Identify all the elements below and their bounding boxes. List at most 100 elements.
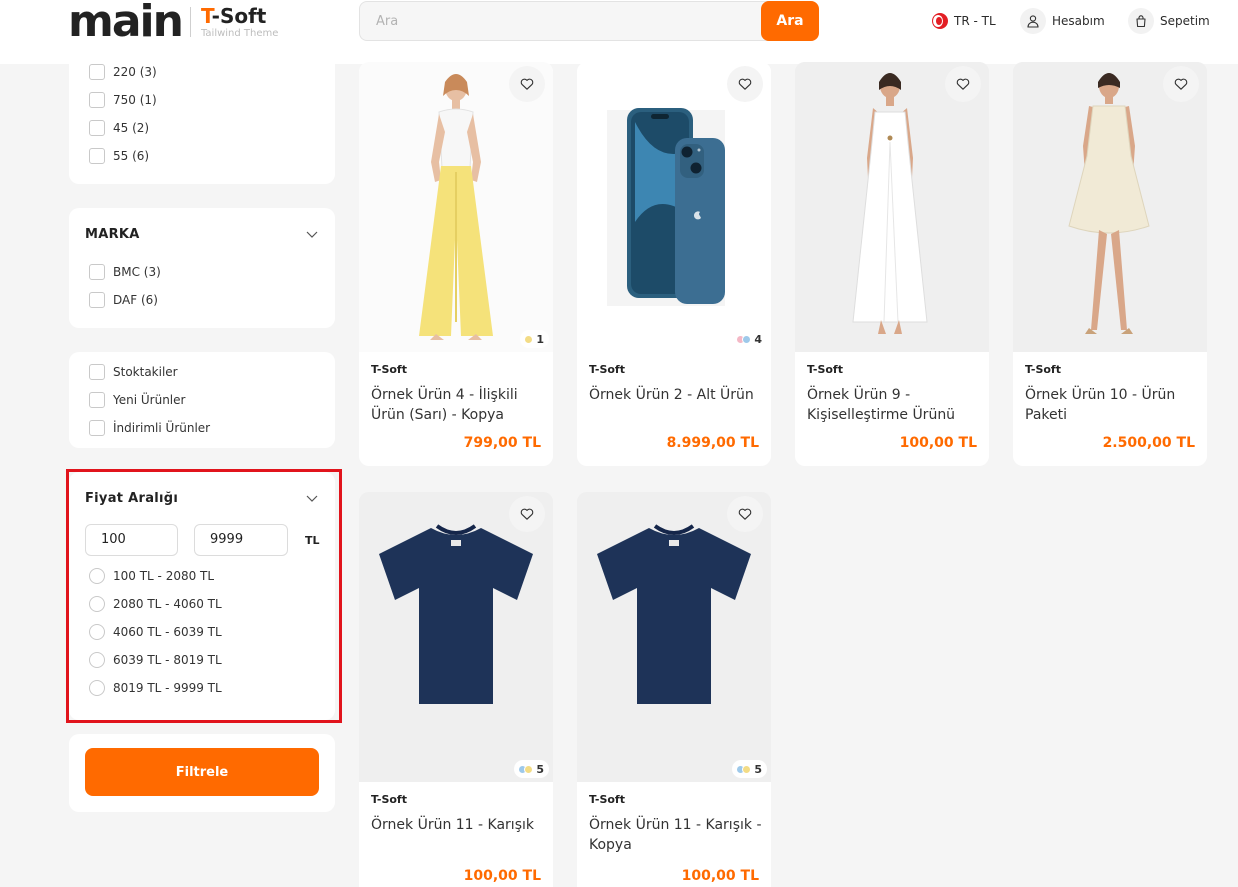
product-card[interactable]: 4 T-Soft Örnek Ürün 2 - Alt Ürün 8.999,0… xyxy=(577,62,771,466)
chevron-down-icon[interactable] xyxy=(305,227,319,241)
new-products-option[interactable]: Yeni Ürünler xyxy=(89,392,185,408)
product-name[interactable]: Örnek Ürün 2 - Alt Ürün xyxy=(589,385,764,405)
checkbox[interactable] xyxy=(89,364,105,380)
checkbox[interactable] xyxy=(89,92,105,108)
product-brand: T-Soft xyxy=(589,793,625,806)
stock-option-label: Stoktakiler xyxy=(113,365,178,379)
variant-badge: 1 xyxy=(520,330,549,348)
brand-option[interactable]: BMC (3) xyxy=(89,264,161,280)
product-image[interactable] xyxy=(795,62,989,352)
filter-button[interactable]: Filtrele xyxy=(85,748,319,796)
product-card[interactable]: 5 T-Soft Örnek Ürün 11 - Karışık 100,00 … xyxy=(359,492,553,887)
product-image[interactable]: 4 xyxy=(577,62,771,352)
site-logo[interactable]: main T-Soft Tailwind Theme xyxy=(68,0,278,47)
stock-option[interactable]: Stoktakiler xyxy=(89,364,178,380)
language-currency-label: TR - TL xyxy=(954,14,996,28)
checkbox[interactable] xyxy=(89,420,105,436)
product-image[interactable]: 1 xyxy=(359,62,553,352)
heart-icon xyxy=(1174,78,1188,90)
variant-badge: 4 xyxy=(732,330,767,348)
product-name[interactable]: Örnek Ürün 11 - Karışık xyxy=(371,815,546,835)
variant-count: 1 xyxy=(536,332,544,346)
cart-link[interactable]: Sepetim xyxy=(1128,8,1210,34)
product-card[interactable]: 1 T-Soft Örnek Ürün 4 - İlişkili Ürün (S… xyxy=(359,62,553,466)
cream-dress-model-image xyxy=(1013,62,1207,352)
cart-label: Sepetim xyxy=(1160,14,1210,28)
size-option-label: 750 (1) xyxy=(113,93,157,107)
account-link[interactable]: Hesabım xyxy=(1020,8,1105,34)
brand-option-label: DAF (6) xyxy=(113,293,158,307)
account-label: Hesabım xyxy=(1052,14,1105,28)
favorite-button[interactable] xyxy=(509,496,545,532)
navy-tshirt-image xyxy=(359,492,553,782)
size-option-label: 45 (2) xyxy=(113,121,150,135)
checkbox[interactable] xyxy=(89,292,105,308)
product-card[interactable]: 5 T-Soft Örnek Ürün 11 - Karışık - Kopya… xyxy=(577,492,771,887)
product-image[interactable] xyxy=(1013,62,1207,352)
product-price: 2.500,00 TL xyxy=(1102,435,1195,451)
variant-badge: 5 xyxy=(732,760,767,778)
color-swatch xyxy=(742,764,752,774)
favorite-button[interactable] xyxy=(1163,66,1199,102)
brand-option[interactable]: DAF (6) xyxy=(89,292,158,308)
color-swatch xyxy=(524,334,534,344)
favorite-button[interactable] xyxy=(727,496,763,532)
product-card[interactable]: T-Soft Örnek Ürün 9 - Kişiselleştirme Ür… xyxy=(795,62,989,466)
variant-count: 4 xyxy=(754,332,762,346)
logo-brand: T-Soft Tailwind Theme xyxy=(201,6,278,39)
checkbox[interactable] xyxy=(89,64,105,80)
product-name[interactable]: Örnek Ürün 9 - Kişiselleştirme Ürünü xyxy=(807,385,982,425)
product-card[interactable]: T-Soft Örnek Ürün 10 - Ürün Paketi 2.500… xyxy=(1013,62,1207,466)
logo-wordmark: main xyxy=(68,0,184,47)
checkbox[interactable] xyxy=(89,264,105,280)
brand-option-label: BMC (3) xyxy=(113,265,161,279)
stock-filter-panel: Stoktakiler Yeni Ürünler İndirimli Ürünl… xyxy=(69,352,335,448)
product-brand: T-Soft xyxy=(589,363,625,376)
favorite-button[interactable] xyxy=(509,66,545,102)
stock-option-label: İndirimli Ürünler xyxy=(113,421,211,435)
checkbox[interactable] xyxy=(89,392,105,408)
logo-brand-letter: T xyxy=(200,3,212,28)
product-price: 100,00 TL xyxy=(681,868,759,884)
size-option-label: 55 (6) xyxy=(113,149,150,163)
product-brand: T-Soft xyxy=(1025,363,1061,376)
blue-smartphone-image xyxy=(577,62,771,352)
product-name[interactable]: Örnek Ürün 11 - Karışık - Kopya xyxy=(589,815,764,855)
shopping-bag-icon xyxy=(1128,8,1154,34)
language-currency-selector[interactable]: TR - TL xyxy=(932,8,996,34)
product-brand: T-Soft xyxy=(371,363,407,376)
search-input[interactable] xyxy=(359,1,779,41)
logo-brand-title: T-Soft xyxy=(201,6,278,26)
navy-tshirt-image xyxy=(577,492,771,782)
size-option[interactable]: 45 (2) xyxy=(89,120,149,136)
product-price: 8.999,00 TL xyxy=(666,435,759,451)
filter-action-panel: Filtrele xyxy=(69,734,335,812)
favorite-button[interactable] xyxy=(945,66,981,102)
product-image[interactable]: 5 xyxy=(577,492,771,782)
heart-icon xyxy=(738,78,752,90)
discounted-option[interactable]: İndirimli Ürünler xyxy=(89,420,210,436)
size-option[interactable]: 750 (1) xyxy=(89,92,157,108)
size-option[interactable]: 220 (3) xyxy=(89,64,157,80)
product-name[interactable]: Örnek Ürün 4 - İlişkili Ürün (Sarı) - Ko… xyxy=(371,385,546,425)
color-swatch xyxy=(524,764,534,774)
stock-option-label: Yeni Ürünler xyxy=(113,393,186,407)
size-option[interactable]: 55 (6) xyxy=(89,148,149,164)
favorite-button[interactable] xyxy=(727,66,763,102)
variant-badge: 5 xyxy=(514,760,549,778)
product-image[interactable]: 5 xyxy=(359,492,553,782)
checkbox[interactable] xyxy=(89,120,105,136)
logo-subtitle: Tailwind Theme xyxy=(200,27,279,39)
heart-icon xyxy=(520,508,534,520)
product-name[interactable]: Örnek Ürün 10 - Ürün Paketi xyxy=(1025,385,1200,425)
product-brand: T-Soft xyxy=(807,363,843,376)
heart-icon xyxy=(738,508,752,520)
checkbox[interactable] xyxy=(89,148,105,164)
search-button[interactable]: Ara xyxy=(761,1,819,41)
heart-icon xyxy=(956,78,970,90)
highlight-box xyxy=(66,469,342,723)
color-swatch xyxy=(742,334,752,344)
product-price: 799,00 TL xyxy=(463,435,541,451)
white-dress-model-image xyxy=(795,62,989,352)
search-bar: Ara xyxy=(359,1,819,41)
